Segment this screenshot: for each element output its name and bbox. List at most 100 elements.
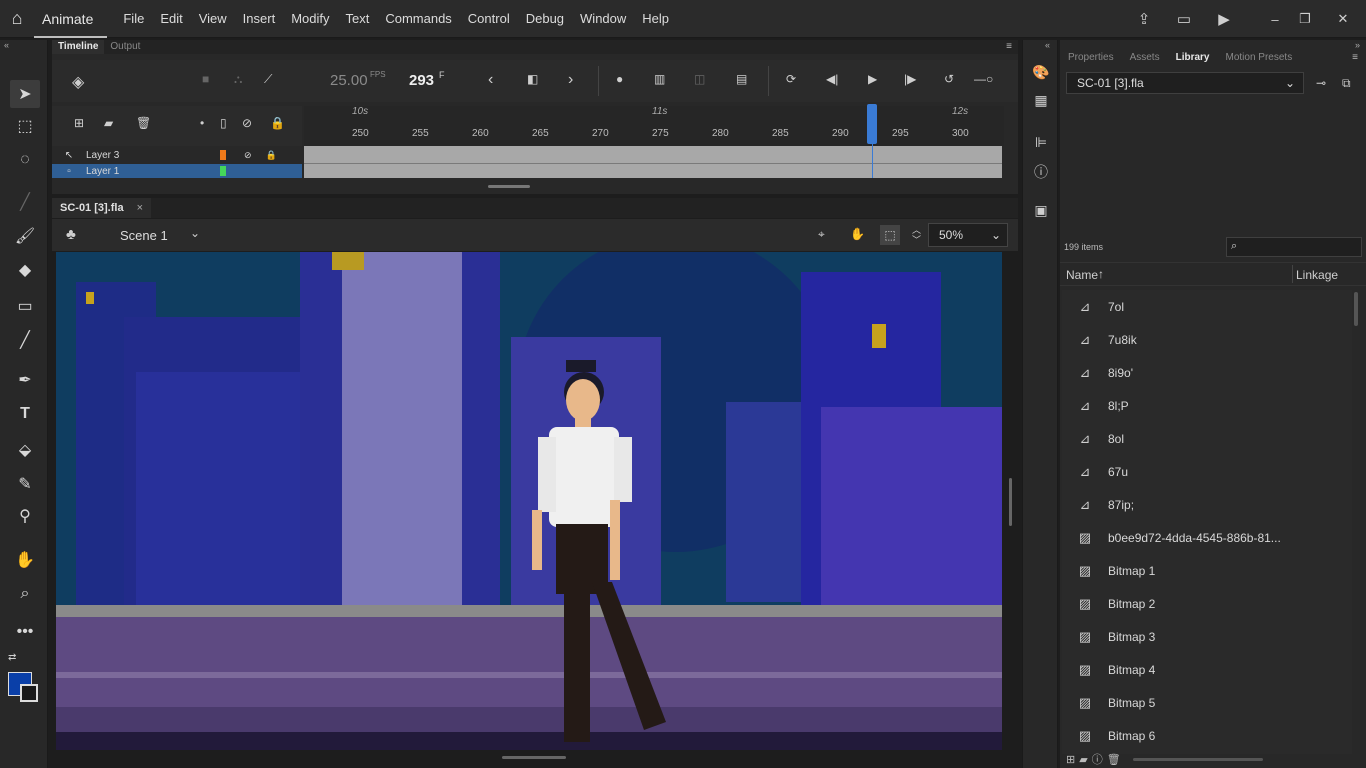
menu-text[interactable]: Text [337,0,377,38]
collapse-panel-icon[interactable]: » [1355,40,1360,50]
menu-window[interactable]: Window [572,0,634,38]
locked-icon[interactable]: 🔒 [266,150,277,161]
pen-tool-icon[interactable]: ✒ [10,366,40,394]
delete-icon[interactable]: 🗑 [1107,753,1121,766]
panel-menu-icon[interactable]: ≡ [1000,40,1018,54]
highlight-layer-icon[interactable]: • [200,116,204,130]
list-item[interactable]: ▨ Bitmap 5 [1062,686,1352,719]
library-hscrollbar[interactable] [1132,757,1263,761]
minimize-button[interactable]: – [1260,12,1290,27]
prev-keyframe-icon[interactable]: ‹ [488,71,493,89]
more-tools-icon[interactable]: ••• [10,618,40,646]
home-icon[interactable]: ⌂ [0,0,34,38]
new-library-panel-icon[interactable]: ⧉ [1342,76,1351,91]
snap-icon[interactable]: ⌖ [818,227,825,242]
tab-properties[interactable]: Properties [1060,50,1122,66]
lock-icon[interactable]: 🔒 [270,116,285,130]
step-back-icon[interactable]: ◀| [826,72,838,86]
center-frame-icon[interactable]: ▤ [736,72,747,86]
close-window-button[interactable]: ✕ [1320,11,1366,27]
tab-output[interactable]: Output [104,40,146,54]
rotate-icon[interactable]: ✋ [850,227,865,241]
line-tool-icon[interactable]: ╱ [10,326,40,354]
column-linkage[interactable]: Linkage [1296,268,1338,282]
edit-multiple-frames-icon[interactable]: ▥ [654,72,665,86]
list-item[interactable]: ▨ b0ee9d72-4dda-4545-886b-81... [1062,521,1352,554]
menu-modify[interactable]: Modify [283,0,337,38]
stage-hscrollbar[interactable] [48,750,1018,768]
menu-view[interactable]: View [191,0,235,38]
next-keyframe-icon[interactable]: › [568,71,573,89]
pin-library-icon[interactable]: ⊸ [1316,76,1326,90]
paint-bucket-tool-icon[interactable]: ⬙ [10,436,40,464]
symbol-icon[interactable]: ♣ [66,226,76,243]
list-item[interactable]: ▨ Bitmap 1 [1062,554,1352,587]
scene-dropdown-icon[interactable]: ⌄ [190,226,200,240]
zoom-stepper-icon[interactable]: ︿ ﹀ [912,225,921,245]
eraser-tool-icon[interactable]: ◆ [10,256,40,284]
frame-ruler[interactable]: 10s 11s 12s 250 255 260 265 270 275 280 … [304,106,1004,146]
list-item[interactable]: ⊿ 67u [1062,455,1352,488]
stage-vscrollbar[interactable] [1004,252,1018,750]
fps-value[interactable]: 25.00 [330,72,368,89]
library-document-select[interactable]: SC-01 [3].fla ⌄ [1066,72,1304,94]
onion-skin-icon[interactable]: ● [616,72,623,86]
sort-ascending-icon[interactable]: ↑ [1098,267,1104,281]
library-search-input[interactable]: ⌕ [1226,237,1362,257]
hidden-icon[interactable]: ⊘ [244,150,252,161]
restore-button[interactable]: ❐ [1290,11,1320,27]
stage-canvas[interactable] [56,252,1002,750]
info-icon[interactable]: ⓘ [1031,162,1051,182]
playhead[interactable] [867,104,877,144]
zoom-input[interactable]: 50% ⌄ [928,223,1008,247]
layer-row-selected[interactable]: ▫ Layer 1 [52,164,302,178]
new-layer-icon[interactable]: ⊞ [74,116,84,130]
loop-playback-icon[interactable]: ⟳ [786,72,796,86]
timeline-scrollbar[interactable] [488,185,530,188]
properties-icon[interactable]: ⓘ [1092,751,1103,767]
list-item[interactable]: ▨ Bitmap 2 [1062,587,1352,620]
menu-debug[interactable]: Debug [518,0,572,38]
collapse-strip-icon[interactable]: « [1045,40,1050,50]
free-transform-tool-icon[interactable]: ⬚ [10,112,40,140]
list-item[interactable]: ⊿ 7ol [1062,290,1352,323]
layer-color[interactable] [220,150,226,160]
swap-colors-icon[interactable]: ⇄ [8,652,16,663]
layer-color[interactable] [220,166,226,176]
layers-icon[interactable]: ◈ [72,72,84,92]
list-item[interactable]: ⊿ 8i9o' [1062,356,1352,389]
scene-name[interactable]: Scene 1 [120,228,168,243]
list-item[interactable]: ▨ Bitmap 6 [1062,719,1352,752]
share-icon[interactable]: ⇪ [1124,10,1164,28]
delete-layer-icon[interactable]: 🗑 [136,116,151,130]
undo-icon[interactable]: ↺ [944,72,954,86]
workspace-icon[interactable]: ▭ [1164,10,1204,28]
insert-keyframe-icon[interactable]: ◧ [527,72,538,86]
rectangle-tool-icon[interactable]: ▭ [10,292,40,320]
list-item[interactable]: ⊿ 87ip; [1062,488,1352,521]
tab-assets[interactable]: Assets [1122,50,1168,66]
frame-grid[interactable] [304,146,1002,178]
frame-slider-icon[interactable]: —○ [974,72,993,86]
selection-tool-icon[interactable]: ➤ [10,80,40,108]
library-scrollbar[interactable] [1354,292,1358,326]
play-icon[interactable]: ▶ [868,72,877,86]
swatches-icon[interactable]: ▦ [1031,92,1051,112]
clip-canvas-icon[interactable]: ⬚ [880,225,900,245]
list-item[interactable]: ⊿ 7u8ik [1062,323,1352,356]
list-item[interactable]: ⊿ 8l;P [1062,389,1352,422]
menu-control[interactable]: Control [460,0,518,38]
zoom-tool-icon[interactable]: ⌕ [10,580,40,608]
menu-file[interactable]: File [115,0,152,38]
transform-panel-icon[interactable]: ▣ [1031,202,1051,222]
stroke-color-swatch[interactable] [20,684,38,702]
color-panel-icon[interactable]: 🎨 [1031,64,1051,84]
visibility-icon[interactable]: ⊘ [242,116,252,130]
new-folder-icon[interactable]: ▰ [104,116,113,130]
zoom-dropdown-icon[interactable]: ⌄ [991,224,1001,246]
tab-motion-presets[interactable]: Motion Presets [1218,50,1301,66]
menu-commands[interactable]: Commands [377,0,459,38]
new-folder-icon[interactable]: ▰ [1079,753,1087,766]
align-icon[interactable]: ⊫ [1031,134,1051,154]
collapse-tools-icon[interactable]: « [4,40,9,50]
